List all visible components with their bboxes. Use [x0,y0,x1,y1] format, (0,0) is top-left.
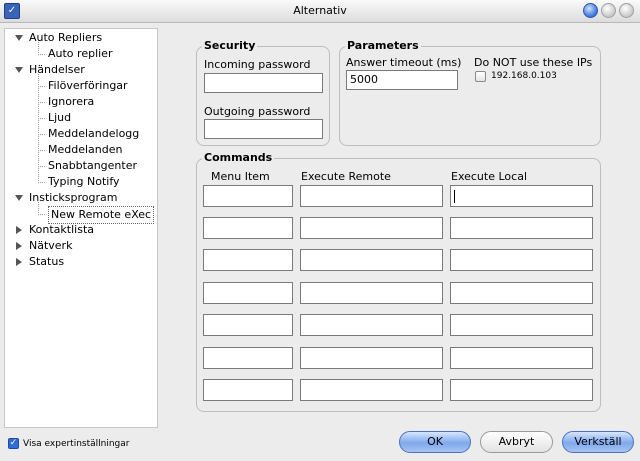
tree-connector [38,118,45,119]
execute-remote-field[interactable] [300,314,443,336]
menu-item-field[interactable] [203,249,293,271]
tree-connector [38,182,45,183]
menu-item-field[interactable] [203,217,293,239]
tree-item[interactable]: Filöverföringar [5,78,157,94]
menu-item-field[interactable] [203,185,293,207]
tree-item[interactable]: Händelser [5,62,157,78]
tree-connector [38,74,39,183]
tree-item-label: Snabbtangenter [48,159,138,172]
text-caret [454,190,455,203]
tree-connector [38,42,39,55]
expand-down-icon[interactable] [15,195,23,201]
security-title: Security [202,39,258,52]
window-title: Alternativ [293,4,347,17]
execute-local-field[interactable] [450,379,593,401]
tree-connector [38,202,39,215]
execute-remote-field[interactable] [300,185,443,207]
tree-item[interactable]: Meddelandelogg [5,126,157,142]
ip-checkbox[interactable] [475,71,486,82]
execute-remote-field[interactable] [300,249,443,271]
commands-group: Commands Menu Item Execute Remote Execut… [196,152,601,412]
menu-item-field[interactable] [203,282,293,304]
execute-remote-field[interactable] [300,347,443,369]
ok-button[interactable]: OK [399,431,471,453]
close-button[interactable] [619,3,634,18]
execute-remote-header: Execute Remote [301,170,391,183]
tree-item-label: Typing Notify [48,175,120,188]
tree-item[interactable]: New Remote eXec [5,206,157,224]
tree-connector [38,166,45,167]
maximize-button[interactable] [601,3,616,18]
tree-connector [38,86,45,87]
parameters-group: Parameters Answer timeout (ms) 5000 Do N… [339,40,601,146]
execute-remote-field[interactable] [300,217,443,239]
outgoing-password-label: Outgoing password [204,105,311,118]
minimize-button[interactable] [583,3,598,18]
execute-remote-field[interactable] [300,282,443,304]
tree-item[interactable]: Insticksprogram [5,190,157,206]
tree-item[interactable]: Auto replier [5,46,157,62]
expand-right-icon[interactable] [16,226,22,234]
tree-item[interactable]: Nätverk [5,238,157,254]
incoming-password-field[interactable] [204,73,323,93]
tree-connector [38,134,45,135]
expert-settings-checkbox[interactable]: ✓ [8,438,19,449]
menu-item-header: Menu Item [211,170,270,183]
tree-connector [38,102,45,103]
tree-connector [38,54,45,55]
cancel-button[interactable]: Avbryt [480,431,553,453]
execute-local-field[interactable] [450,282,593,304]
answer-timeout-label: Answer timeout (ms) [346,56,462,69]
execute-local-header: Execute Local [451,170,527,183]
tree-item-label: Insticksprogram [29,191,118,204]
security-group: Security Incoming password Outgoing pass… [196,40,330,146]
tree-item-label: Nätverk [29,239,73,252]
tree-connector [38,214,45,215]
tree-item-label: Meddelandelogg [48,127,140,140]
execute-local-field[interactable] [450,314,593,336]
parameters-title: Parameters [345,39,421,52]
tree-item[interactable]: Ljud [5,110,157,126]
execute-local-field[interactable] [450,217,593,239]
menu-item-field[interactable] [203,347,293,369]
tree-item[interactable]: Snabbtangenter [5,158,157,174]
tree-item-label: Auto replier [48,47,113,60]
expert-settings-label: Visa expertinställningar [23,439,130,449]
tree-connector [38,150,45,151]
execute-local-field[interactable] [450,249,593,271]
expand-down-icon[interactable] [15,35,23,41]
expand-down-icon[interactable] [15,67,23,73]
tree-item-label: Meddelanden [48,143,123,156]
tree-item[interactable]: Ignorera [5,94,157,110]
tree-item-label: Filöverföringar [48,79,128,92]
tree-item[interactable]: Kontaktlista [5,222,157,238]
expand-right-icon[interactable] [16,258,22,266]
tree-item-label: Kontaktlista [29,223,95,236]
apply-button[interactable]: Verkställ [562,431,634,453]
title-bar: ✓ Alternativ [0,0,640,23]
tree-item-label: Status [29,255,65,268]
menu-item-field[interactable] [203,379,293,401]
incoming-password-label: Incoming password [204,58,311,71]
tree-item[interactable]: Auto Repliers [5,30,157,46]
menu-item-field[interactable] [203,314,293,336]
execute-local-field[interactable] [450,347,593,369]
tree-item-label: Ignorera [48,95,95,108]
ignore-ips-label: Do NOT use these IPs [474,56,593,69]
options-tree[interactable]: Auto Repliers Auto replier Händelser Filöve… [4,28,158,428]
outgoing-password-field[interactable] [204,119,323,139]
expand-right-icon[interactable] [16,242,22,250]
tree-item[interactable]: Status [5,254,157,270]
execute-remote-field[interactable] [300,379,443,401]
commands-title: Commands [202,151,275,164]
execute-local-field[interactable] [450,185,593,207]
tree-item-label: Ljud [48,111,72,124]
tree-item-label: Auto Repliers [29,31,103,44]
tree-item[interactable]: Typing Notify [5,174,157,190]
ip-label: 192.168.0.103 [491,71,557,81]
answer-timeout-field[interactable]: 5000 [346,70,458,90]
tree-item[interactable]: Meddelanden [5,142,157,158]
